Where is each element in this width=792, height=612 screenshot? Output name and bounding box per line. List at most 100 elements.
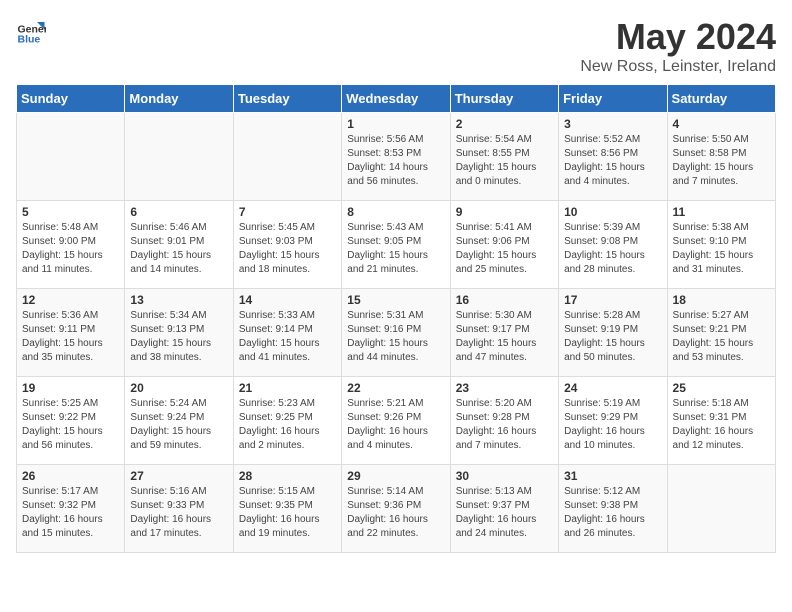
calendar-cell: 3 Sunrise: 5:52 AM Sunset: 8:56 PM Daylig… (559, 113, 667, 201)
calendar-cell: 22 Sunrise: 5:21 AM Sunset: 9:26 PM Dayli… (342, 377, 450, 465)
day-number: 22 (347, 381, 444, 395)
day-info: Sunrise: 5:48 AM Sunset: 9:00 PM Dayligh… (22, 221, 119, 277)
day-info: Sunrise: 5:46 AM Sunset: 9:01 PM Dayligh… (130, 221, 227, 277)
day-number: 26 (22, 469, 119, 483)
weekday-header: Sunday (17, 85, 125, 113)
calendar-cell: 18 Sunrise: 5:27 AM Sunset: 9:21 PM Dayli… (667, 289, 775, 377)
day-info: Sunrise: 5:33 AM Sunset: 9:14 PM Dayligh… (239, 309, 336, 365)
calendar-week-row: 5 Sunrise: 5:48 AM Sunset: 9:00 PM Daylig… (17, 201, 776, 289)
day-number: 7 (239, 205, 336, 219)
calendar-cell: 29 Sunrise: 5:14 AM Sunset: 9:36 PM Dayli… (342, 465, 450, 553)
day-info: Sunrise: 5:43 AM Sunset: 9:05 PM Dayligh… (347, 221, 444, 277)
calendar-week-row: 1 Sunrise: 5:56 AM Sunset: 8:53 PM Daylig… (17, 113, 776, 201)
day-info: Sunrise: 5:56 AM Sunset: 8:53 PM Dayligh… (347, 133, 444, 189)
calendar-cell: 8 Sunrise: 5:43 AM Sunset: 9:05 PM Daylig… (342, 201, 450, 289)
calendar-cell: 10 Sunrise: 5:39 AM Sunset: 9:08 PM Dayli… (559, 201, 667, 289)
day-info: Sunrise: 5:16 AM Sunset: 9:33 PM Dayligh… (130, 485, 227, 541)
calendar-cell: 11 Sunrise: 5:38 AM Sunset: 9:10 PM Dayli… (667, 201, 775, 289)
calendar-cell: 30Sunrise: 5:13 AM Sunset: 9:37 PM Dayli… (450, 465, 558, 553)
day-info: Sunrise: 5:31 AM Sunset: 9:16 PM Dayligh… (347, 309, 444, 365)
day-number: 13 (130, 293, 227, 307)
day-info: Sunrise: 5:14 AM Sunset: 9:36 PM Dayligh… (347, 485, 444, 541)
calendar-cell: 2Sunrise: 5:54 AM Sunset: 8:55 PM Daylig… (450, 113, 558, 201)
day-number: 9 (456, 205, 553, 219)
weekday-header: Wednesday (342, 85, 450, 113)
calendar-cell (667, 465, 775, 553)
day-number: 10 (564, 205, 661, 219)
calendar-week-row: 12 Sunrise: 5:36 AM Sunset: 9:11 PM Dayli… (17, 289, 776, 377)
calendar-cell (17, 113, 125, 201)
day-info: Sunrise: 5:52 AM Sunset: 8:56 PM Dayligh… (564, 133, 661, 189)
day-info: Sunrise: 5:36 AM Sunset: 9:11 PM Dayligh… (22, 309, 119, 365)
calendar-cell (125, 113, 233, 201)
calendar-cell: 26 Sunrise: 5:17 AM Sunset: 9:32 PM Dayli… (17, 465, 125, 553)
calendar-cell: 4Sunrise: 5:50 AM Sunset: 8:58 PM Daylig… (667, 113, 775, 201)
calendar-cell: 15 Sunrise: 5:31 AM Sunset: 9:16 PM Dayli… (342, 289, 450, 377)
day-info: Sunrise: 5:39 AM Sunset: 9:08 PM Dayligh… (564, 221, 661, 277)
day-number: 2 (456, 117, 553, 131)
calendar-cell: 20 Sunrise: 5:24 AM Sunset: 9:24 PM Dayli… (125, 377, 233, 465)
day-number: 24 (564, 381, 661, 395)
day-info: Sunrise: 5:28 AM Sunset: 9:19 PM Dayligh… (564, 309, 661, 365)
calendar-cell: 6 Sunrise: 5:46 AM Sunset: 9:01 PM Daylig… (125, 201, 233, 289)
title-block: May 2024 New Ross, Leinster, Ireland (580, 16, 776, 76)
svg-text:Blue: Blue (18, 33, 41, 45)
page-header: General Blue May 2024 New Ross, Leinster… (16, 16, 776, 76)
weekday-header: Saturday (667, 85, 775, 113)
day-info: Sunrise: 5:19 AM Sunset: 9:29 PM Dayligh… (564, 397, 661, 453)
day-info: Sunrise: 5:34 AM Sunset: 9:13 PM Dayligh… (130, 309, 227, 365)
day-info: Sunrise: 5:15 AM Sunset: 9:35 PM Dayligh… (239, 485, 336, 541)
calendar-cell: 12 Sunrise: 5:36 AM Sunset: 9:11 PM Dayli… (17, 289, 125, 377)
day-number: 23 (456, 381, 553, 395)
calendar-cell: 24 Sunrise: 5:19 AM Sunset: 9:29 PM Dayli… (559, 377, 667, 465)
calendar-week-row: 19Sunrise: 5:25 AM Sunset: 9:22 PM Dayli… (17, 377, 776, 465)
weekday-header: Monday (125, 85, 233, 113)
day-number: 29 (347, 469, 444, 483)
day-number: 18 (673, 293, 770, 307)
day-number: 5 (22, 205, 119, 219)
day-number: 28 (239, 469, 336, 483)
day-number: 6 (130, 205, 227, 219)
day-info: Sunrise: 5:27 AM Sunset: 9:21 PM Dayligh… (673, 309, 770, 365)
day-number: 11 (673, 205, 770, 219)
day-info: Sunrise: 5:38 AM Sunset: 9:10 PM Dayligh… (673, 221, 770, 277)
day-info: Sunrise: 5:21 AM Sunset: 9:26 PM Dayligh… (347, 397, 444, 453)
calendar-table: SundayMondayTuesdayWednesdayThursdayFrid… (16, 84, 776, 553)
logo: General Blue (16, 16, 46, 46)
day-number: 17 (564, 293, 661, 307)
calendar-cell: 28 Sunrise: 5:15 AM Sunset: 9:35 PM Dayli… (233, 465, 341, 553)
day-number: 12 (22, 293, 119, 307)
day-info: Sunrise: 5:45 AM Sunset: 9:03 PM Dayligh… (239, 221, 336, 277)
calendar-cell: 1 Sunrise: 5:56 AM Sunset: 8:53 PM Daylig… (342, 113, 450, 201)
calendar-cell: 14 Sunrise: 5:33 AM Sunset: 9:14 PM Dayli… (233, 289, 341, 377)
day-number: 31 (564, 469, 661, 483)
day-number: 19 (22, 381, 119, 395)
day-number: 21 (239, 381, 336, 395)
day-number: 27 (130, 469, 227, 483)
day-number: 8 (347, 205, 444, 219)
day-number: 20 (130, 381, 227, 395)
day-info: Sunrise: 5:50 AM Sunset: 8:58 PM Dayligh… (673, 133, 770, 189)
calendar-cell: 5 Sunrise: 5:48 AM Sunset: 9:00 PM Daylig… (17, 201, 125, 289)
calendar-cell: 16Sunrise: 5:30 AM Sunset: 9:17 PM Dayli… (450, 289, 558, 377)
calendar-cell (233, 113, 341, 201)
day-info: Sunrise: 5:23 AM Sunset: 9:25 PM Dayligh… (239, 397, 336, 453)
weekday-header: Friday (559, 85, 667, 113)
day-number: 14 (239, 293, 336, 307)
calendar-cell: 7 Sunrise: 5:45 AM Sunset: 9:03 PM Daylig… (233, 201, 341, 289)
day-number: 25 (673, 381, 770, 395)
day-info: Sunrise: 5:41 AM Sunset: 9:06 PM Dayligh… (456, 221, 553, 277)
calendar-cell: 13 Sunrise: 5:34 AM Sunset: 9:13 PM Dayli… (125, 289, 233, 377)
logo-icon: General Blue (16, 16, 46, 46)
location-title: New Ross, Leinster, Ireland (580, 58, 776, 76)
day-info: Sunrise: 5:12 AM Sunset: 9:38 PM Dayligh… (564, 485, 661, 541)
day-info: Sunrise: 5:24 AM Sunset: 9:24 PM Dayligh… (130, 397, 227, 453)
weekday-header: Thursday (450, 85, 558, 113)
day-info: Sunrise: 5:20 AM Sunset: 9:28 PM Dayligh… (456, 397, 553, 453)
day-number: 16 (456, 293, 553, 307)
day-number: 15 (347, 293, 444, 307)
day-number: 1 (347, 117, 444, 131)
day-info: Sunrise: 5:18 AM Sunset: 9:31 PM Dayligh… (673, 397, 770, 453)
day-info: Sunrise: 5:17 AM Sunset: 9:32 PM Dayligh… (22, 485, 119, 541)
day-number: 3 (564, 117, 661, 131)
